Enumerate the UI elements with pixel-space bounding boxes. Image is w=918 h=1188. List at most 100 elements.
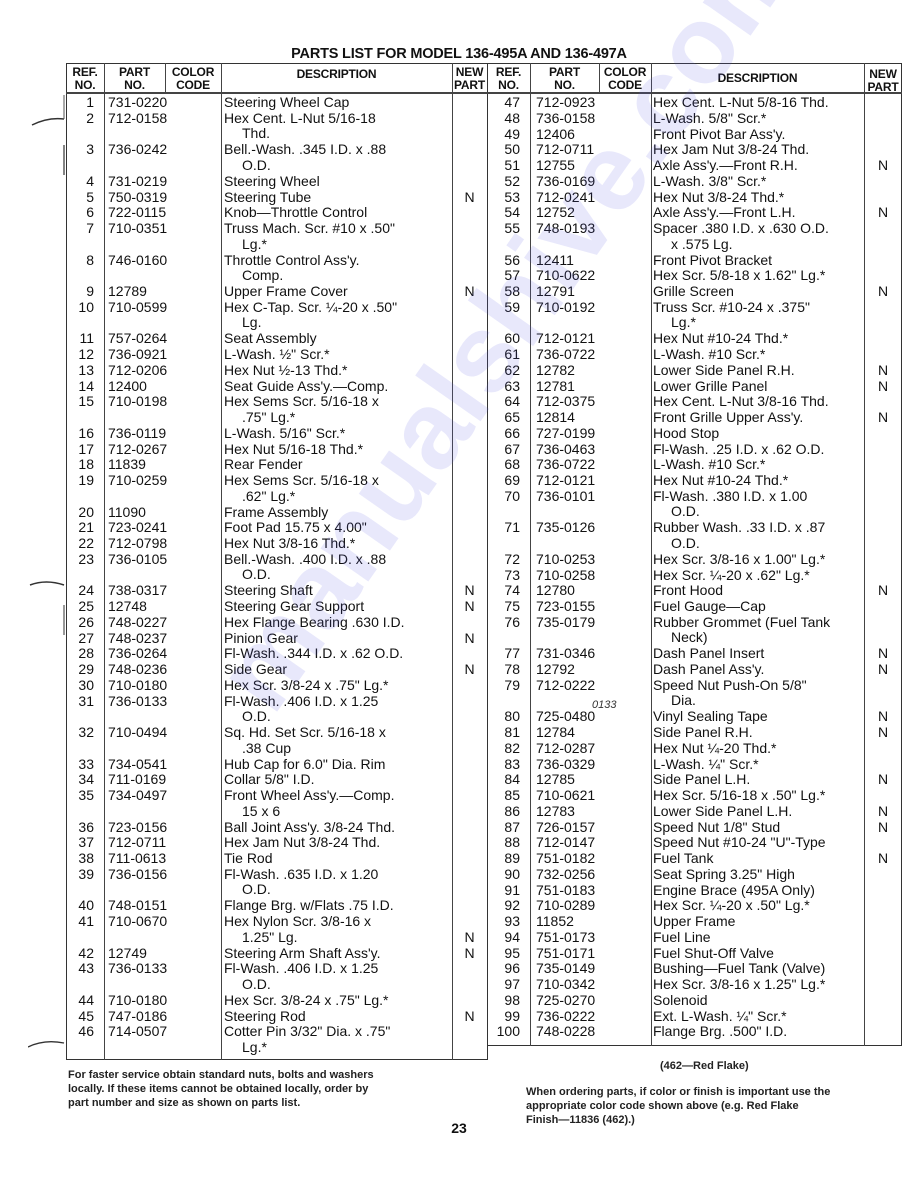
part-no: 736-0133 [108,960,168,977]
description-line: Upper Frame Cover [224,283,348,299]
part-no: 712-0158 [108,109,168,126]
part-no: 736-0921 [108,346,168,362]
description: Fl-Wash. .344 I.D. x .62 O.D. [224,646,403,662]
description-continuation: .75" Lg.* [242,408,296,425]
description: Hex Cent. L-Nut 5/16-18 Thd. [224,110,376,142]
header-part-no: PART NO. [119,65,150,92]
description-line: Rubber Wash. .33 I.D. x .87 [653,519,826,536]
description: L-Wash. ¼" Scr.* [653,756,759,773]
description-line: Pinion Gear [224,629,298,646]
part-no: 726-0157 [536,818,596,835]
description: L-Wash. #10 Scr.* [653,346,765,363]
part-no: 12752 [536,204,575,221]
part-no: 735-0179 [536,613,596,630]
ref-no: 65 [504,409,520,425]
part-no: 12781 [536,377,575,394]
description-line: Hex Scr. 3/8-24 x .75" Lg.* [224,676,389,693]
description-line: Grille Screen [653,283,734,299]
description: Rubber Grommet (Fuel Tank Neck) [653,614,830,646]
description-line: Side Gear [224,661,288,677]
description: Steering Rod [224,1008,306,1025]
description: Lower Side Panel R.H. [653,362,795,379]
part-no: 736-0329 [536,755,596,772]
part-no: 712-0241 [536,188,596,205]
part-no: 723-0241 [108,519,168,536]
ref-no: 93 [504,913,520,929]
description: Hood Stop [653,424,720,442]
ref-no: 79 [504,676,520,693]
description-line: Fl-Wash. .380 I.D. x 1.00 [653,487,808,504]
ref-no: 62 [504,361,520,378]
part-no: 712-0287 [536,739,596,756]
header-description: DESCRIPTION [296,67,377,81]
ref-no: 96 [504,960,520,977]
description: Bushing—Fuel Tank (Valve) [653,961,825,977]
part-no: 714-0507 [108,1023,168,1040]
col-divider [104,63,105,1060]
ref-no: 53 [504,188,520,205]
header-description: DESCRIPTION [717,71,798,85]
description-continuation: Comp. [242,267,284,284]
description-line: Hex Cent. L-Nut 5/8-16 Thd. [653,94,829,110]
handwritten-correction: 0133 [592,699,617,711]
part-no: 736-0119 [108,424,167,441]
new-part-flag: N [464,944,475,961]
description: Foot Pad 15.75 x 4.00" [224,520,367,536]
description-line: Flange Brg. w/Flats .75 I.D. [224,897,394,914]
description-line: Dash Panel Insert [653,645,765,662]
part-no: 731-0219 [108,172,168,189]
description-continuation: .38 Cup [242,739,292,756]
part-no: 734-0541 [108,755,168,772]
description-line: Seat Assembly [224,330,317,347]
description-continuation: Thd. [242,125,271,142]
description-line: Hex Nut 3/8-24 Thd.* [653,188,785,205]
description-line: Speed Nut Push-On 5/8" [653,676,807,693]
description-line: Hex C-Tap. Scr. ¼-20 x .50" [224,298,398,315]
description: Hex Nut 3/8-16 Thd.* [224,535,355,552]
description-line: Collar 5/8" I.D. [224,771,315,788]
description-line: Truss Scr. #10-24 x .375" [653,298,810,315]
description-line: Side Panel L.H. [653,771,751,788]
description-line: Lower Grille Panel [653,377,768,394]
description: Lower Grille Panel [653,377,768,395]
description-line: Hood Stop [653,424,720,441]
description: Engine Brace (495A Only) [653,882,815,899]
description-line: Hex Jam Nut 3/8-24 Thd. [653,141,810,158]
description: Dash Panel Ass'y. [653,661,764,678]
part-no: 711-0613 [108,850,167,866]
ref-no: 69 [504,472,520,488]
description: Hex Nut ½-13 Thd.* [224,361,348,379]
description-continuation: Lg.* [242,1038,267,1055]
new-part-flag: N [877,661,889,677]
description: Flange Brg. .500" I.D. [653,1024,787,1040]
description: Steering Shaft [224,583,313,599]
new-part-flag: N [877,204,889,221]
description-line: Speed Nut 1/8" Stud [653,818,781,835]
ref-no: 85 [504,787,520,803]
ref-no: 70 [504,487,520,504]
description: Front Pivot Bracket [653,252,772,269]
description-line: Hex Nut ½-13 Thd.* [224,361,348,378]
ref-no: 94 [504,928,520,945]
description-line: Rear Fender [224,456,303,473]
part-no: 12792 [536,661,575,677]
part-no: 12748 [108,598,147,614]
description-line: Hex Scr. 5/8-18 x 1.62" Lg.* [653,267,826,284]
ref-no: 100 [496,1023,520,1040]
description-line: Spacer .380 I.D. x .630 O.D. [653,220,829,236]
description: Speed Nut 1/8" Stud [653,818,781,836]
description-line: Steering Tube [224,188,312,205]
description-line: Front Wheel Ass'y.—Comp. [224,787,395,803]
part-no: 746-0160 [108,251,168,268]
page-number: 23 [451,1120,467,1136]
description-line: Hex Scr. 3/8-16 x 1.25" Lg.* [653,976,826,992]
new-part-flag: N [877,724,889,740]
part-no: 736-0169 [536,172,596,189]
description-continuation: O.D. [242,881,271,898]
ref-no: 64 [504,393,520,410]
description-line: Steering Arm Shaft Ass'y. [224,944,381,961]
description: Rear Fender [224,457,303,473]
description-continuation: O.D. [242,566,271,583]
description: Fuel Gauge—Cap [653,598,766,615]
description-continuation: .62" Lg.* [242,487,296,504]
